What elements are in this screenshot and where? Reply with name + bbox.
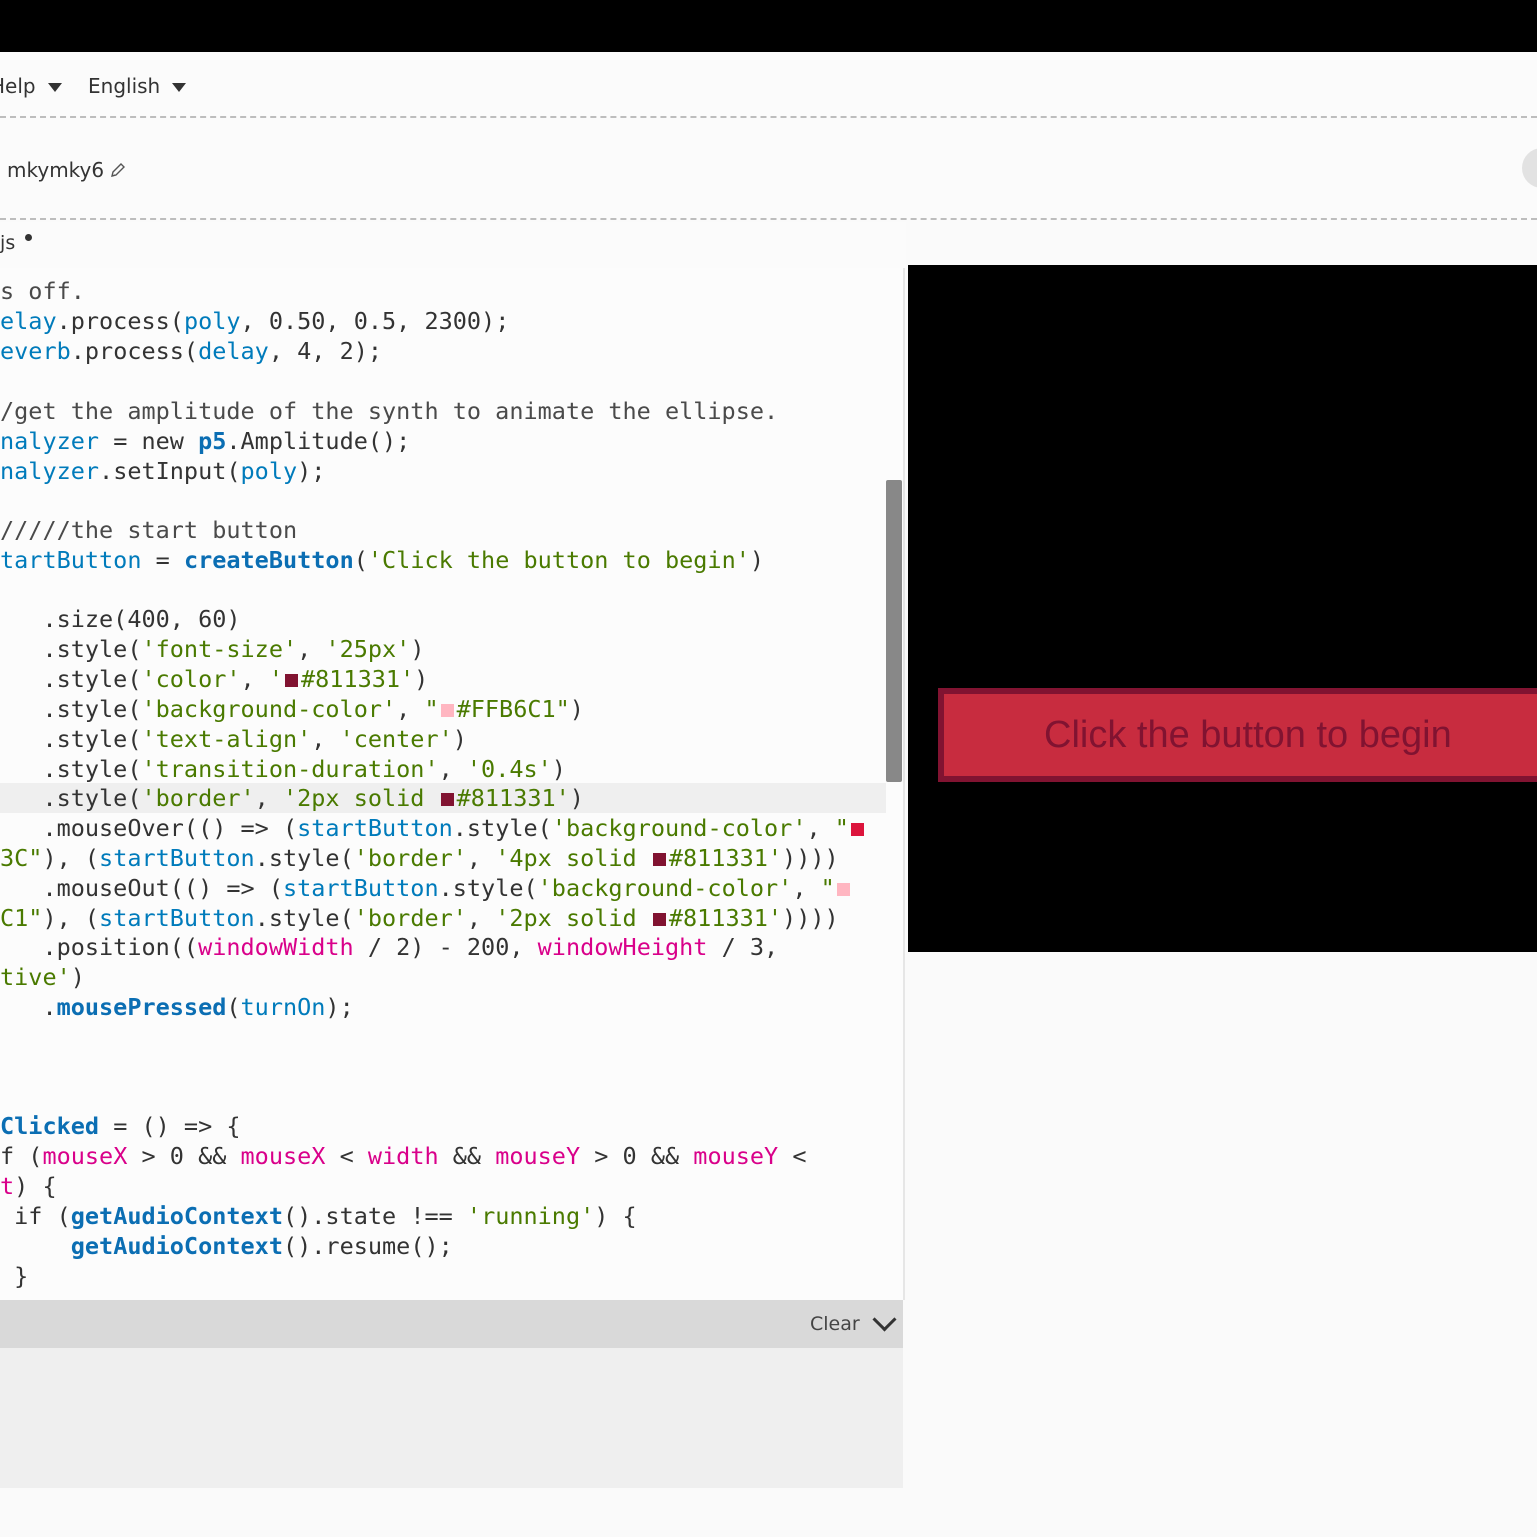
code-line: elay.process(poly, 0.50, 0.5, 2300);	[0, 307, 510, 335]
code-line: nalyzer = new p5.Amplitude();	[0, 427, 411, 455]
color-swatch-dark[interactable]	[440, 793, 454, 806]
help-chevron-down-icon	[47, 82, 62, 92]
color-swatch-pink[interactable]	[440, 704, 454, 717]
menu-bar: Help English	[0, 52, 1537, 118]
code-line: everb.process(delay, 4, 2);	[0, 337, 383, 365]
code-line: if (getAudioContext().state !== 'running…	[0, 1202, 637, 1230]
code-line: .style('transition-duration', '0.4s')	[0, 755, 566, 783]
color-swatch-pink[interactable]	[836, 883, 850, 896]
code-line: tive')	[0, 963, 85, 991]
console-output	[0, 1348, 903, 1488]
color-swatch-dark[interactable]	[652, 853, 666, 866]
file-tab-row: .js	[0, 222, 906, 268]
file-tab[interactable]: .js	[0, 232, 15, 254]
start-button[interactable]: Click the button to begin	[938, 688, 1537, 782]
code-line-active: .style('border', '2px solid #811331')	[0, 784, 584, 812]
code-line: getAudioContext().resume();	[70, 1232, 453, 1260]
unsaved-dot-icon	[25, 234, 32, 241]
console-header: Clear	[0, 1300, 903, 1348]
code-line: .style('color', ' #811331')	[0, 665, 429, 693]
help-menu-label: Help	[0, 74, 36, 98]
code-line: /get the amplitude of the synth to anima…	[0, 397, 779, 425]
code-line: C1"), (startButton.style('border', '2px …	[0, 904, 839, 932]
color-swatch-dark[interactable]	[652, 913, 666, 926]
code-line: t) {	[0, 1172, 57, 1200]
help-menu[interactable]: Help	[0, 74, 62, 98]
code-line: .size(400, 60)	[0, 605, 241, 633]
language-menu-label: English	[88, 74, 161, 98]
code-line: .mouseOver(() => (startButton.style('bac…	[0, 813, 867, 843]
color-swatch-red[interactable]	[850, 823, 864, 836]
chevron-down-icon[interactable]	[872, 1307, 897, 1332]
play-button[interactable]	[1522, 148, 1537, 188]
color-swatch-dark[interactable]	[284, 674, 298, 687]
code-line: nalyzer.setInput(poly);	[0, 457, 326, 485]
sketch-name-label: mkymky6	[7, 158, 105, 182]
console-clear-button[interactable]: Clear	[810, 1313, 860, 1335]
title-bar	[0, 0, 1537, 52]
code-line: }	[0, 1262, 29, 1290]
code-line: Clicked = () => {	[0, 1112, 241, 1140]
pencil-icon[interactable]	[110, 162, 126, 178]
code-line: /////the start button	[0, 516, 298, 544]
code-line: 3C"), (startButton.style('border', '4px …	[0, 844, 839, 872]
language-chevron-down-icon	[172, 82, 187, 92]
code-line: f (mouseX > 0 && mouseX < width && mouse…	[0, 1142, 807, 1170]
code-editor[interactable]: s off. elay.process(poly, 0.50, 0.5, 230…	[0, 268, 905, 1300]
code-line: .style('background-color', " #FFB6C1")	[0, 695, 584, 723]
language-menu[interactable]: English	[88, 74, 187, 98]
code-line: .mousePressed(turnOn);	[0, 993, 354, 1021]
sketch-name[interactable]: mkymky6	[7, 158, 126, 182]
code-line: .style('font-size', '25px')	[0, 635, 425, 663]
sketch-header: mkymky6	[0, 120, 1537, 220]
code-line: .style('text-align', 'center')	[0, 725, 467, 753]
code-line: .position((windowWidth / 2) - 200, windo…	[0, 933, 779, 961]
code-line: tartButton = createButton('Click the but…	[0, 546, 765, 574]
code-line: .mouseOut(() => (startButton.style('back…	[0, 873, 853, 903]
sketch-preview-canvas: Click the button to begin	[908, 265, 1537, 952]
editor-scrollbar[interactable]	[886, 480, 902, 782]
code-line: s off.	[0, 277, 85, 305]
